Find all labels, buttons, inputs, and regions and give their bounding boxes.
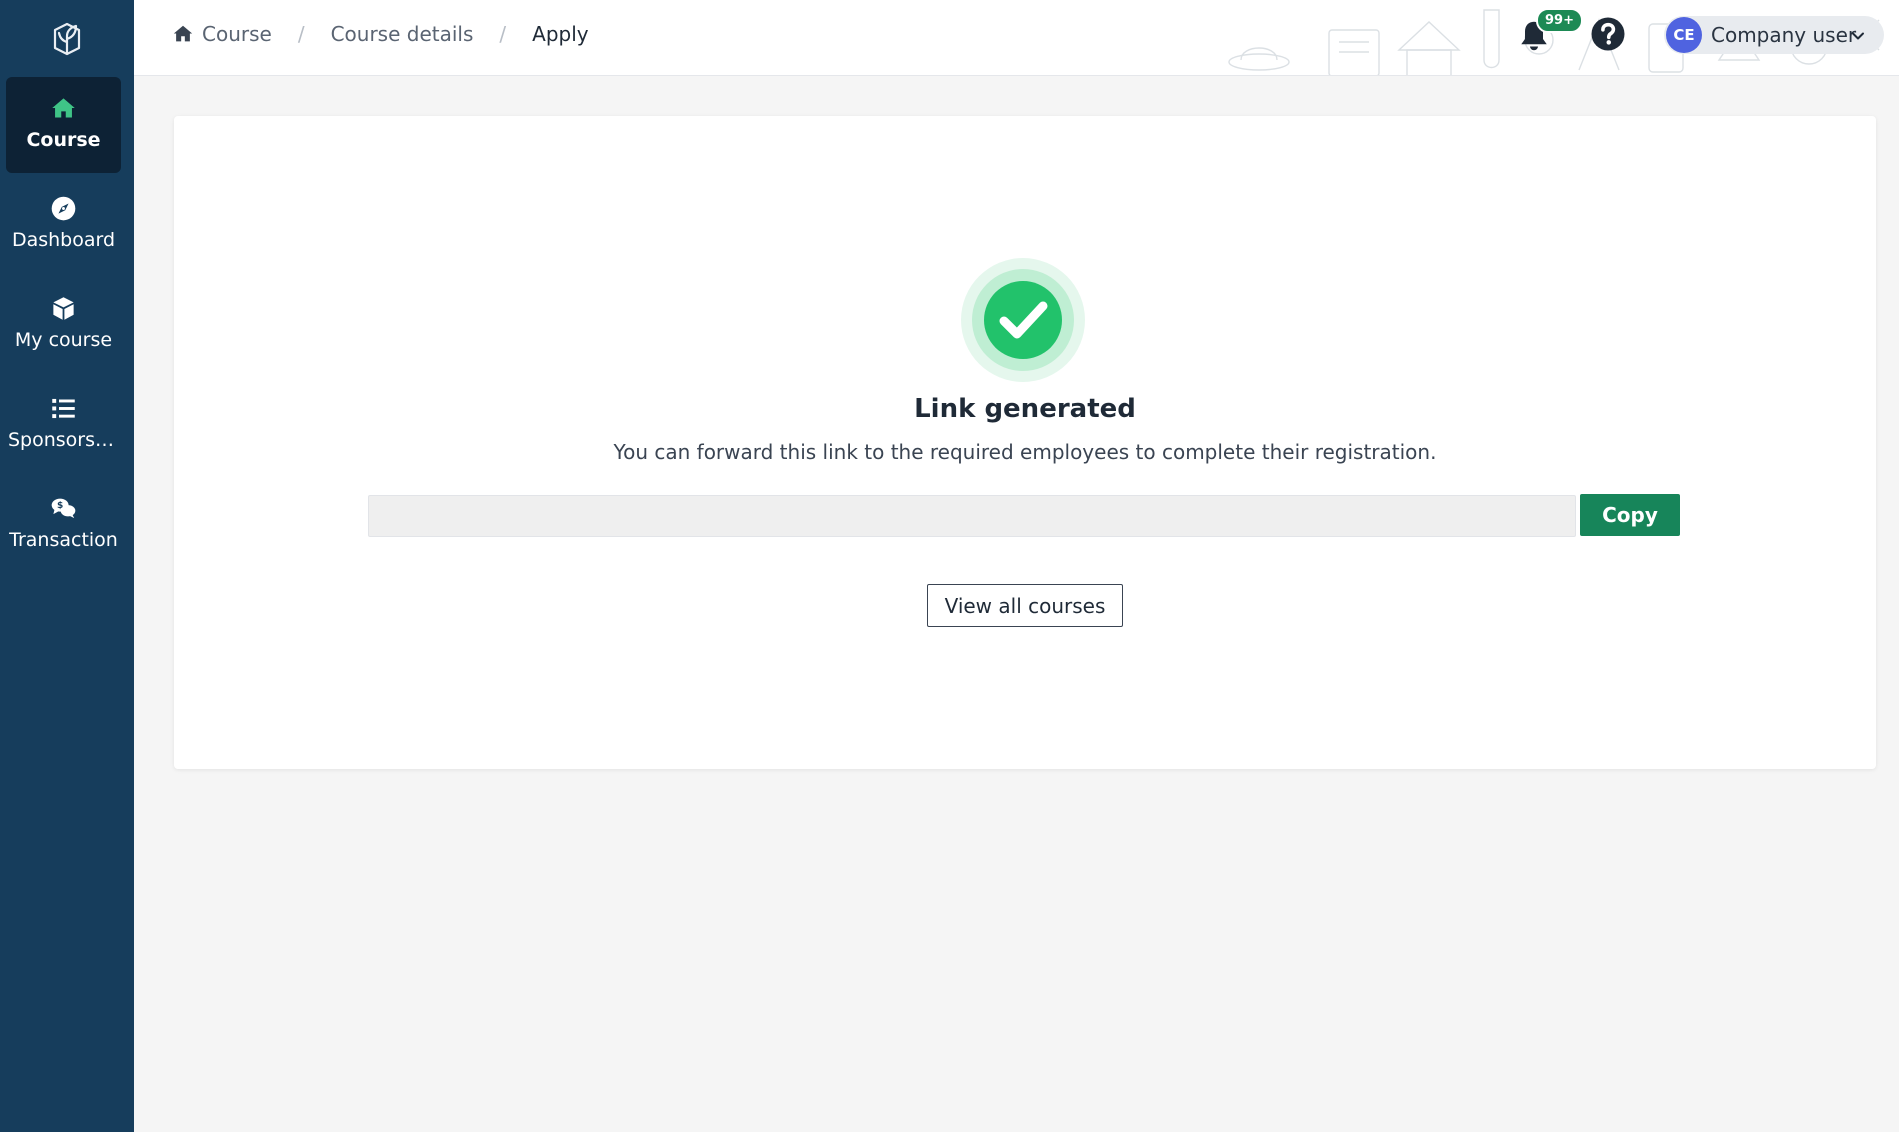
copy-button[interactable]: Copy	[1580, 494, 1680, 536]
sidebar-item-course[interactable]: Course	[6, 77, 121, 173]
breadcrumb-course[interactable]: Course	[172, 22, 272, 46]
home-icon	[173, 25, 193, 42]
breadcrumb-label: Apply	[532, 22, 589, 46]
breadcrumb-label: Course details	[330, 22, 474, 46]
sidebar-item-label: Dashboard	[11, 229, 116, 251]
view-all-courses-button[interactable]: View all courses	[927, 584, 1123, 627]
top-header: Course / Course details / Apply 99+ CE C…	[134, 0, 1899, 76]
user-name: Company user	[1711, 23, 1857, 47]
link-generated-card: Link generated You can forward this link…	[174, 116, 1876, 769]
chevron-down-icon	[1852, 32, 1864, 40]
sidebar-item-label: My course	[14, 329, 113, 351]
home-icon	[52, 98, 75, 118]
sidebar-item-sponsorship[interactable]: Sponsorsh...	[6, 377, 121, 473]
sidebar-item-dashboard[interactable]: Dashboard	[6, 177, 121, 273]
notifications-button[interactable]: 99+	[1516, 8, 1583, 58]
breadcrumb-separator: /	[297, 22, 305, 46]
sidebar: Course Dashboard My course Sponsorsh...	[0, 0, 134, 1132]
sidebar-item-label: Course	[26, 129, 101, 151]
list-icon	[52, 398, 75, 419]
sidebar-item-my-course[interactable]: My course	[6, 277, 121, 373]
cube-icon	[53, 297, 74, 320]
compass-icon	[51, 196, 76, 221]
page-subtitle: You can forward this link to the require…	[613, 440, 1437, 464]
generated-link-input[interactable]	[368, 495, 1576, 537]
page-title: Link generated	[914, 394, 1136, 424]
breadcrumb-label: Course	[202, 22, 272, 46]
chat-dollar-icon: $	[51, 498, 76, 519]
breadcrumb-course-details[interactable]: Course details	[331, 22, 474, 46]
svg-text:$: $	[57, 501, 63, 511]
breadcrumb: Course / Course details / Apply	[172, 22, 589, 46]
notification-count-badge: 99+	[1536, 8, 1583, 33]
sidebar-item-label: Transaction	[9, 529, 118, 551]
user-menu[interactable]: CE Company user	[1664, 16, 1884, 54]
help-icon[interactable]	[1590, 16, 1626, 52]
avatar: CE	[1666, 17, 1702, 53]
check-circle-icon	[961, 258, 1085, 382]
breadcrumb-apply: Apply	[532, 22, 588, 46]
sidebar-item-transaction[interactable]: $ Transaction	[6, 477, 121, 573]
leaf-book-logo-icon[interactable]	[47, 18, 87, 58]
breadcrumb-separator: /	[499, 22, 507, 46]
sidebar-item-label: Sponsorsh...	[8, 429, 121, 451]
